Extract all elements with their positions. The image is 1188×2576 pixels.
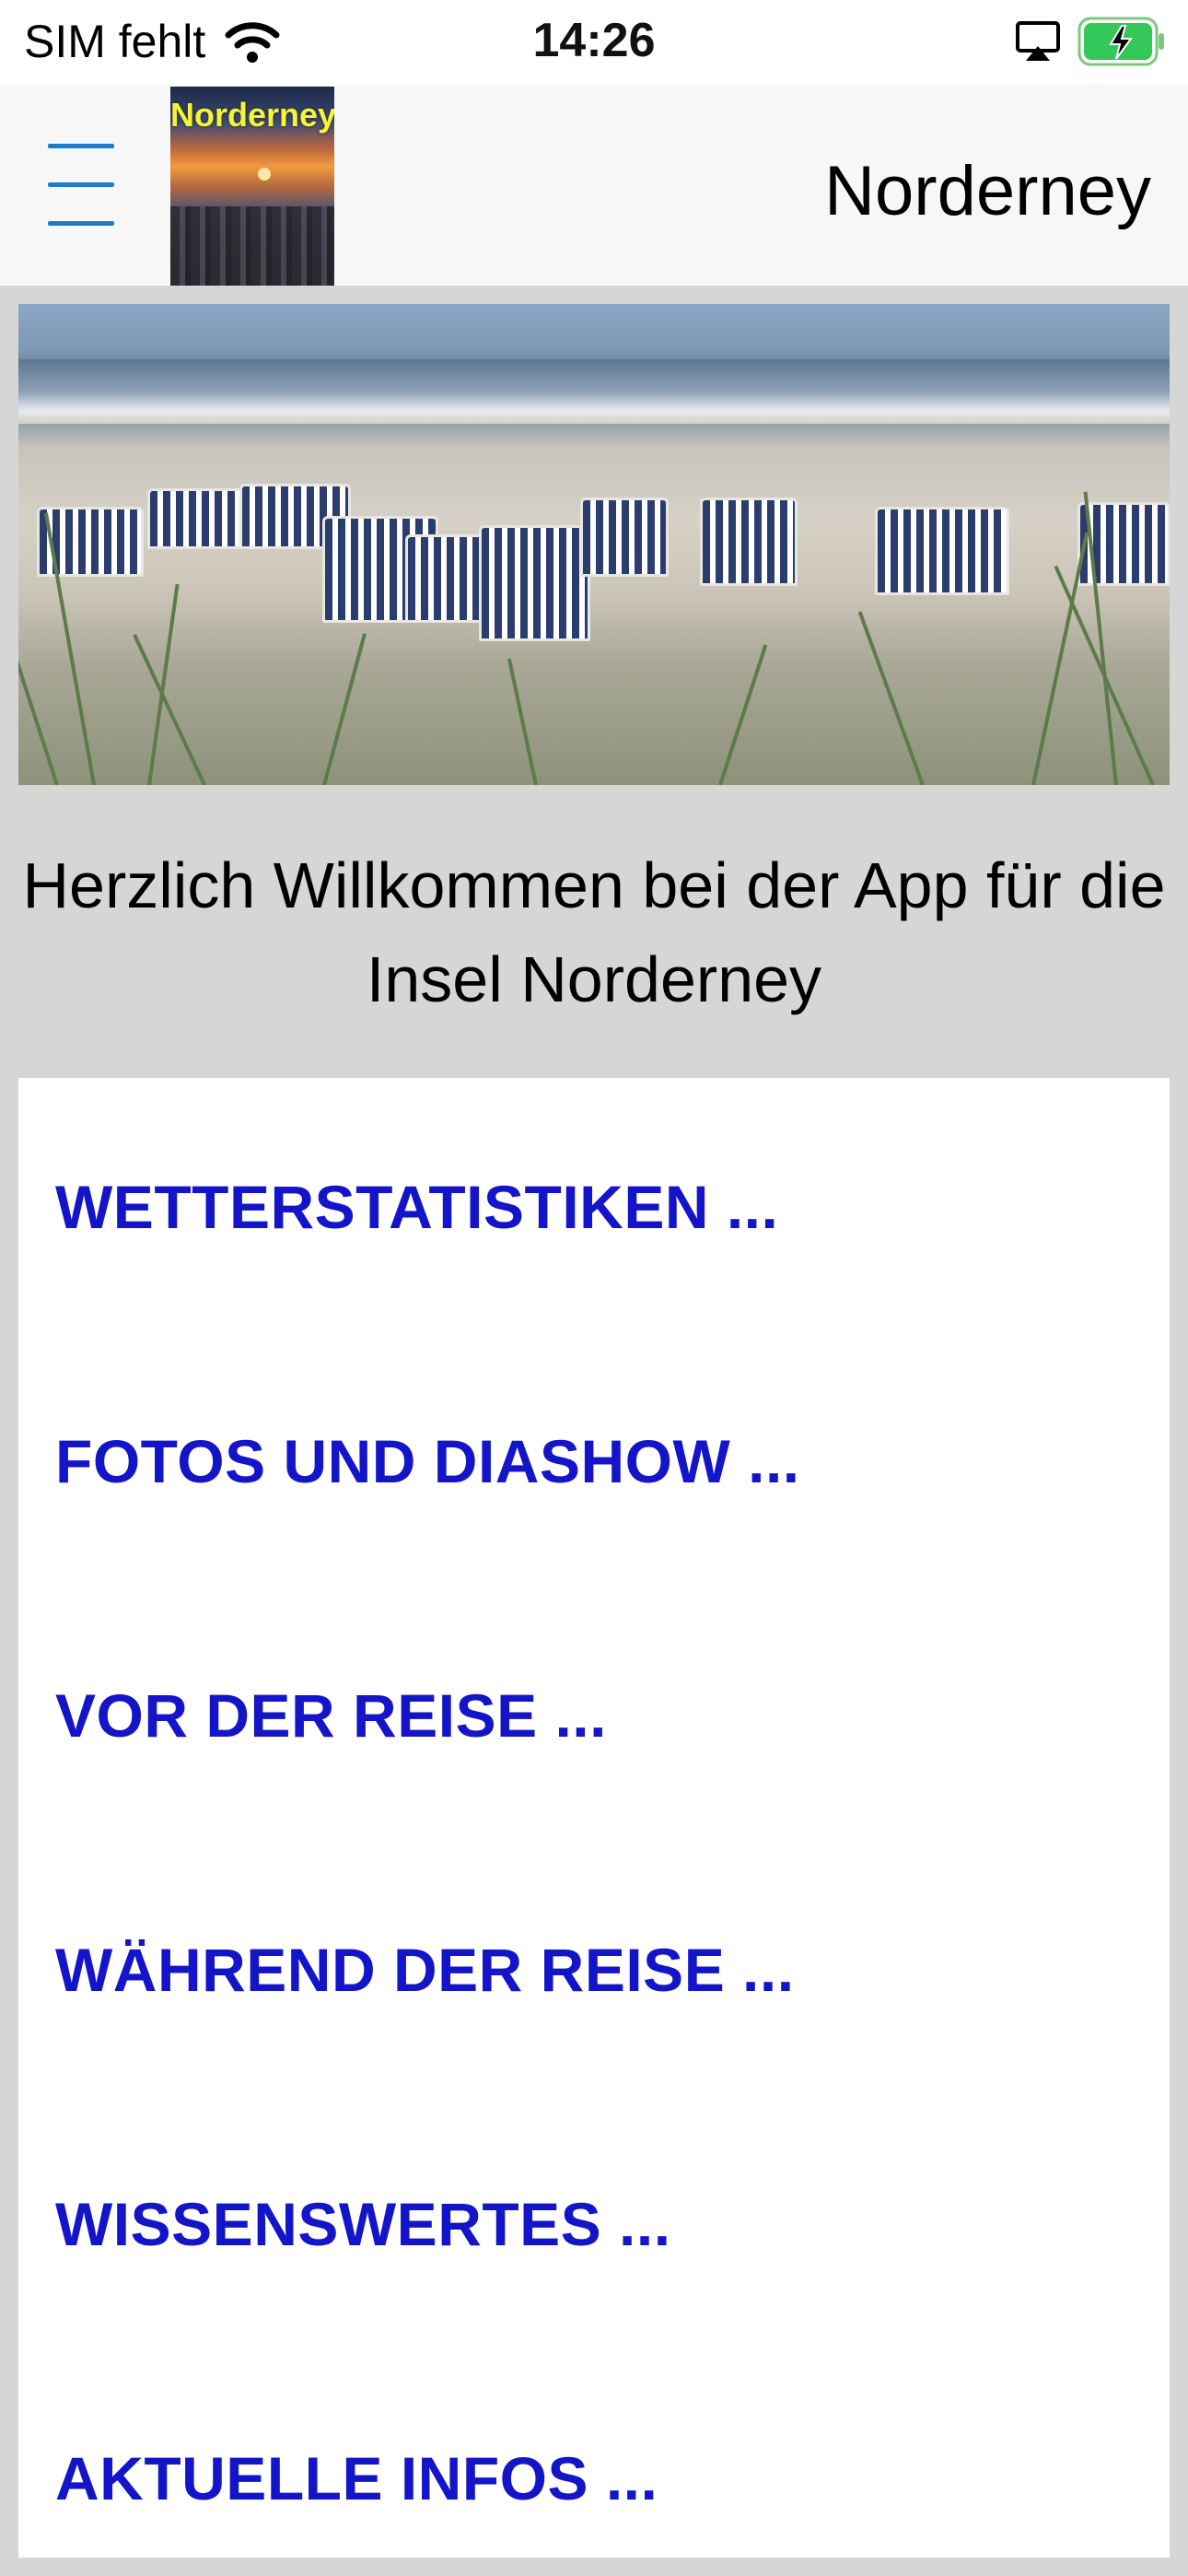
app-logo: Norderney bbox=[170, 87, 334, 286]
battery-charging-icon bbox=[1077, 17, 1164, 66]
status-bar: SIM fehlt 14:26 bbox=[0, 0, 1188, 85]
page-title: Norderney bbox=[824, 152, 1151, 230]
airplay-icon bbox=[1016, 21, 1060, 61]
clock: 14:26 bbox=[532, 14, 656, 67]
menu-item-wetterstatistiken[interactable]: WETTERSTATISTIKEN ... bbox=[55, 1172, 778, 1242]
welcome-line-1: Herzlich Willkommen bei der App für die bbox=[22, 849, 1166, 921]
welcome-text: Herzlich Willkommen bei der App für die … bbox=[0, 838, 1188, 1026]
beach-chairs-photo bbox=[18, 304, 1170, 785]
menu-item-aktuelle-infos[interactable]: AKTUELLE INFOS ... bbox=[55, 2443, 658, 2513]
menu-item-waehrend-der-reise[interactable]: WÄHREND DER REISE ... bbox=[55, 1935, 795, 2005]
menu-item-wissenswertes[interactable]: WISSENSWERTES ... bbox=[55, 2189, 671, 2259]
main-menu: WETTERSTATISTIKEN ... FOTOS UND DIASHOW … bbox=[18, 1078, 1170, 2558]
navigation-bar: Norderney Norderney bbox=[0, 85, 1188, 286]
menu-item-vor-der-reise[interactable]: VOR DER REISE ... bbox=[55, 1680, 607, 1751]
hamburger-menu-icon[interactable] bbox=[48, 144, 114, 228]
logo-text: Norderney bbox=[170, 96, 334, 134]
welcome-line-2: Insel Norderney bbox=[366, 943, 822, 1015]
menu-item-fotos-und-diashow[interactable]: FOTOS UND DIASHOW ... bbox=[55, 1426, 800, 1496]
